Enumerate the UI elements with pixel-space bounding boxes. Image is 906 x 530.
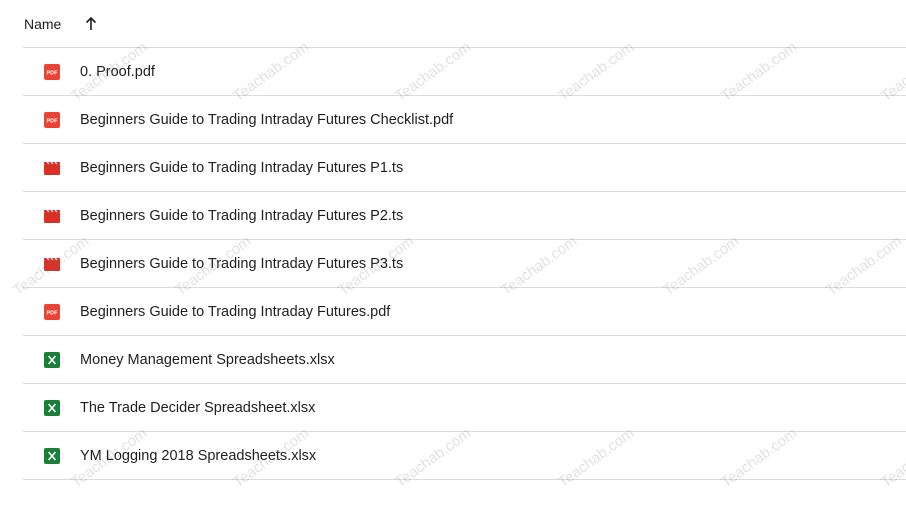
- svg-text:PDF: PDF: [47, 310, 59, 316]
- file-name: The Trade Decider Spreadsheet.xlsx: [80, 399, 316, 416]
- pdf-icon: PDF: [44, 303, 60, 320]
- file-row[interactable]: Beginners Guide to Trading Intraday Futu…: [23, 192, 906, 240]
- file-name: Beginners Guide to Trading Intraday Futu…: [80, 159, 404, 176]
- file-list-page: Name PDF 0. Proof.pdf PDF Beginners Guid…: [0, 0, 906, 530]
- file-row[interactable]: YM Logging 2018 Spreadsheets.xlsx: [23, 432, 906, 480]
- svg-text:PDF: PDF: [47, 70, 59, 76]
- name-column-header[interactable]: Name: [24, 16, 61, 32]
- file-row[interactable]: PDF Beginners Guide to Trading Intraday …: [23, 96, 906, 144]
- file-name: YM Logging 2018 Spreadsheets.xlsx: [80, 447, 317, 464]
- file-name: Beginners Guide to Trading Intraday Futu…: [80, 207, 404, 224]
- file-name: Beginners Guide to Trading Intraday Futu…: [80, 303, 391, 320]
- file-row[interactable]: PDF 0. Proof.pdf: [23, 48, 906, 96]
- arrow-up-icon[interactable]: [83, 16, 99, 32]
- spreadsheet-icon: [44, 399, 60, 416]
- file-name: Money Management Spreadsheets.xlsx: [80, 351, 335, 368]
- video-icon: [44, 256, 60, 272]
- video-icon: [44, 208, 60, 224]
- file-row[interactable]: Money Management Spreadsheets.xlsx: [23, 336, 906, 384]
- svg-text:PDF: PDF: [47, 118, 59, 124]
- file-name: Beginners Guide to Trading Intraday Futu…: [80, 255, 404, 272]
- file-row[interactable]: Beginners Guide to Trading Intraday Futu…: [23, 240, 906, 288]
- pdf-icon: PDF: [44, 63, 60, 80]
- spreadsheet-icon: [44, 447, 60, 464]
- file-row[interactable]: Beginners Guide to Trading Intraday Futu…: [23, 144, 906, 192]
- file-name: Beginners Guide to Trading Intraday Futu…: [80, 111, 454, 128]
- file-row[interactable]: The Trade Decider Spreadsheet.xlsx: [23, 384, 906, 432]
- spreadsheet-icon: [44, 351, 60, 368]
- file-name: 0. Proof.pdf: [80, 63, 155, 80]
- file-list: PDF 0. Proof.pdf PDF Beginners Guide to …: [23, 48, 906, 480]
- list-header: Name: [23, 0, 906, 48]
- file-row[interactable]: PDF Beginners Guide to Trading Intraday …: [23, 288, 906, 336]
- video-icon: [44, 160, 60, 176]
- pdf-icon: PDF: [44, 111, 60, 128]
